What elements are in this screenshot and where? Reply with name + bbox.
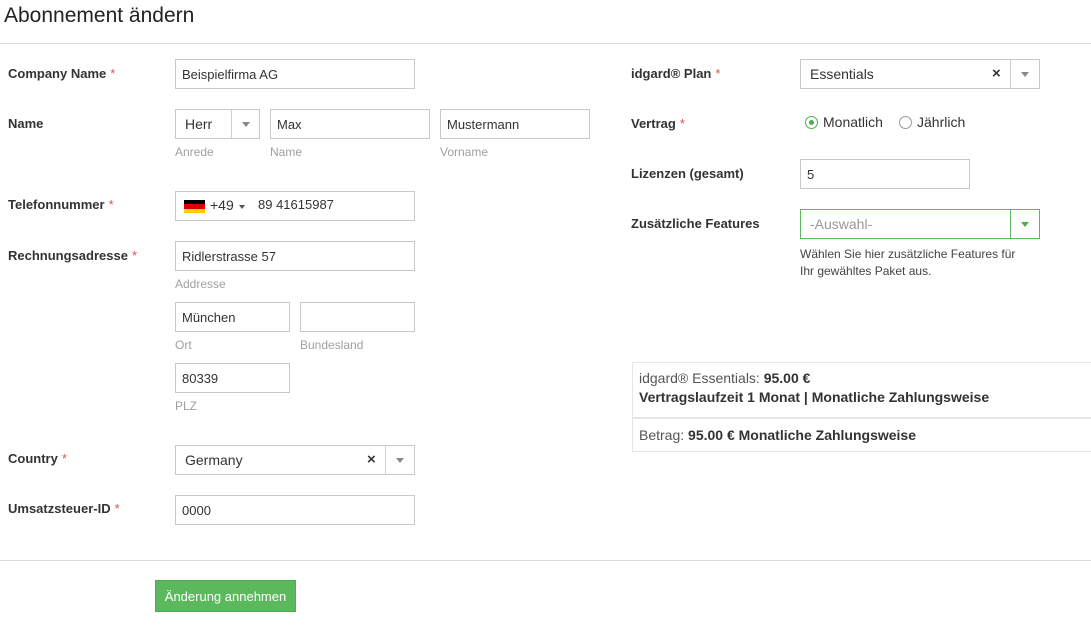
required-marker: *	[679, 116, 685, 131]
features-help-text: Wählen Sie hier zusätzliche Features für…	[800, 246, 1030, 280]
company-name-label: Company Name *	[8, 66, 115, 81]
city-input[interactable]	[175, 302, 290, 332]
summary-amount-box: Betrag: 95.00 € Monatliche Zahlungsweise	[632, 418, 1091, 452]
chevron-down-icon[interactable]	[1021, 222, 1029, 227]
summary-term-line: Vertragslaufzeit 1 Monat | Monatliche Za…	[639, 389, 1085, 405]
country-value: Germany	[185, 452, 243, 468]
submit-button[interactable]: Änderung annehmen	[155, 580, 296, 612]
summary-plan-prefix: idgard® Essentials:	[639, 370, 760, 386]
street-input[interactable]	[175, 241, 415, 271]
first-name-caption: Name	[270, 145, 303, 159]
state-caption: Bundesland	[300, 338, 364, 352]
vat-label-text: Umsatzsteuer-ID	[8, 501, 111, 516]
features-select[interactable]: -Auswahl-	[800, 209, 1040, 239]
features-label: Zusätzliche Features	[631, 216, 760, 231]
page-title: Abonnement ändern	[4, 4, 195, 27]
plan-label: idgard® Plan *	[631, 66, 720, 81]
caret-down-icon[interactable]	[239, 205, 245, 209]
summary-amount-line: Betrag: 95.00 € Monatliche Zahlungsweise	[639, 427, 1085, 443]
required-marker: *	[61, 451, 67, 466]
last-name-input[interactable]	[440, 109, 590, 139]
features-placeholder: -Auswahl-	[810, 216, 873, 232]
country-label: Country *	[8, 451, 67, 466]
select-separator	[1010, 210, 1011, 238]
vat-id-input[interactable]	[175, 495, 415, 525]
country-select[interactable]: Germany ×	[175, 445, 415, 475]
last-name-caption: Vorname	[440, 145, 489, 159]
radio-monthly-label[interactable]: Monatlich	[823, 114, 883, 130]
radio-yearly[interactable]	[899, 116, 912, 129]
required-marker: *	[715, 66, 721, 81]
salutation-select[interactable]: Herr	[175, 109, 260, 139]
features-help-line: Wählen Sie hier zusätzliche Features für	[800, 247, 1016, 261]
summary-plan-price: 95.00 €	[763, 370, 811, 386]
phone-label: Telefonnummer *	[8, 197, 114, 212]
select-separator	[1010, 60, 1011, 88]
flag-stripe-gold	[184, 208, 205, 213]
footer-divider	[0, 560, 1091, 561]
dial-code[interactable]: +49	[210, 197, 234, 213]
zip-input[interactable]	[175, 363, 290, 393]
features-help-line: Ihr gewähltes Paket aus.	[800, 264, 932, 278]
name-label: Name	[8, 116, 44, 131]
chevron-down-icon[interactable]	[396, 458, 404, 463]
phone-number-value[interactable]: 89 41615987	[258, 197, 334, 212]
licenses-input[interactable]	[800, 159, 970, 189]
required-marker: *	[131, 248, 137, 263]
salutation-caption: Anrede	[175, 145, 214, 159]
country-label-text: Country	[8, 451, 58, 466]
plan-select[interactable]: Essentials ×	[800, 59, 1040, 89]
select-separator	[385, 446, 386, 474]
clear-icon[interactable]: ×	[367, 451, 376, 468]
summary-amount: 95.00 € Monatliche Zahlungsweise	[688, 427, 916, 443]
required-marker: *	[108, 197, 114, 212]
radio-monthly[interactable]	[805, 116, 818, 129]
summary-amount-prefix: Betrag:	[639, 427, 685, 443]
required-marker: *	[114, 501, 120, 516]
summary-term: Vertragslaufzeit 1 Monat | Monatliche Za…	[639, 389, 990, 405]
contract-label-text: Vertrag	[631, 116, 676, 131]
summary-plan-box: idgard® Essentials: 95.00 € Vertragslauf…	[632, 362, 1091, 418]
state-input[interactable]	[300, 302, 415, 332]
city-caption: Ort	[175, 338, 192, 352]
street-caption: Addresse	[175, 277, 226, 291]
chevron-down-icon	[242, 122, 250, 127]
plan-value: Essentials	[810, 66, 874, 82]
summary-plan-line: idgard® Essentials: 95.00 €	[639, 370, 1085, 386]
germany-flag-icon[interactable]	[184, 200, 205, 213]
phone-label-text: Telefonnummer	[8, 197, 105, 212]
clear-icon[interactable]: ×	[992, 65, 1001, 82]
address-label: Rechnungsadresse *	[8, 248, 137, 263]
header-divider	[0, 43, 1091, 44]
first-name-input[interactable]	[270, 109, 430, 139]
contract-label: Vertrag *	[631, 116, 685, 131]
zip-caption: PLZ	[175, 399, 198, 413]
address-label-text: Rechnungsadresse	[8, 248, 128, 263]
salutation-value: Herr	[185, 116, 213, 132]
required-marker: *	[110, 66, 116, 81]
licenses-label: Lizenzen (gesamt)	[631, 166, 744, 181]
chevron-down-icon[interactable]	[1021, 72, 1029, 77]
select-separator	[231, 110, 232, 138]
radio-yearly-label[interactable]: Jährlich	[917, 114, 965, 130]
company-name-input[interactable]	[175, 59, 415, 89]
vat-label: Umsatzsteuer-ID *	[8, 501, 120, 516]
phone-field[interactable]: +49 89 41615987	[175, 191, 415, 221]
plan-label-text: idgard® Plan	[631, 66, 712, 81]
company-name-label-text: Company Name	[8, 66, 107, 81]
